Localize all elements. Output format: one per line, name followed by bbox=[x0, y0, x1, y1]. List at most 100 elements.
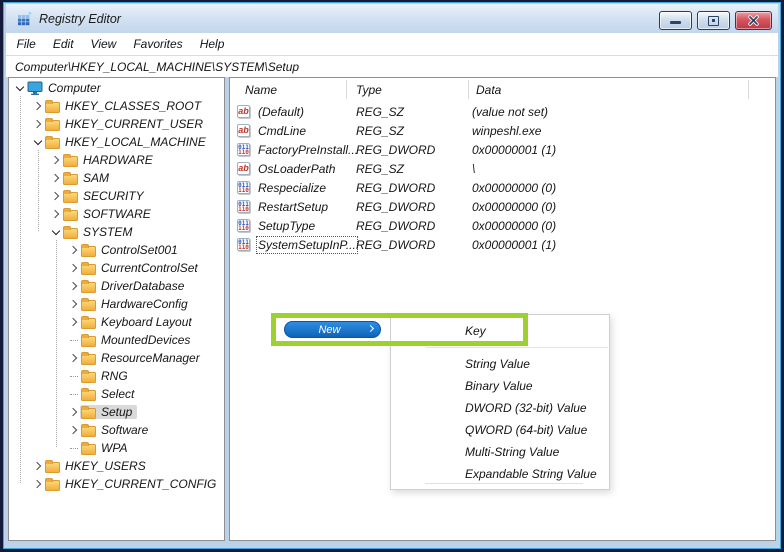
menu-item-file[interactable]: File bbox=[8, 35, 44, 53]
tree-item-hkey-current-user[interactable]: HKEY_CURRENT_USER bbox=[9, 115, 224, 133]
folder-icon bbox=[81, 352, 96, 365]
tree-item-security[interactable]: SECURITY bbox=[9, 187, 224, 205]
folder-icon bbox=[81, 244, 96, 257]
tree-item-software[interactable]: Software bbox=[9, 421, 224, 439]
value-type: REG_DWORD bbox=[356, 180, 436, 195]
tree-item-keyboard-layout[interactable]: Keyboard Layout bbox=[9, 313, 224, 331]
menu-item-view[interactable]: View bbox=[82, 35, 125, 53]
tree-item-label: Software bbox=[101, 423, 149, 437]
chevron-right-icon[interactable] bbox=[68, 263, 79, 274]
menu-item-favorites[interactable]: Favorites bbox=[125, 35, 191, 53]
tree-item-currentcontrolset[interactable]: CurrentControlSet bbox=[9, 259, 224, 277]
folder-icon bbox=[81, 388, 96, 401]
minimize-icon bbox=[670, 21, 681, 24]
folder-icon bbox=[81, 406, 96, 419]
tree-item-hkey-local-machine[interactable]: HKEY_LOCAL_MACHINE bbox=[9, 133, 224, 151]
tree-item-hkey-users[interactable]: HKEY_USERS bbox=[9, 457, 224, 475]
tree-item-hardware[interactable]: HARDWARE bbox=[9, 151, 224, 169]
chevron-right-icon[interactable] bbox=[50, 173, 61, 184]
column-header-type[interactable]: Type bbox=[356, 83, 382, 97]
maximize-button[interactable] bbox=[697, 11, 730, 30]
value-name: (Default) bbox=[258, 104, 305, 119]
chevron-right-icon[interactable] bbox=[68, 353, 79, 364]
value-row-cmdline[interactable]: ab CmdLine REG_SZ winpeshl.exe bbox=[230, 121, 775, 140]
tree-item-resourcemanager[interactable]: ResourceManager bbox=[9, 349, 224, 367]
value-row-systemsetupinp[interactable]: 011 110 SystemSetupInP... REG_DWORD 0x000000… bbox=[230, 235, 775, 254]
registry-tree-pane: Computer HKEY_CLASSES_ROOT HKEY_CURRENT_US… bbox=[8, 77, 225, 541]
close-button[interactable] bbox=[735, 11, 772, 30]
submenu-bottom-line bbox=[425, 483, 583, 484]
chevron-right-icon[interactable] bbox=[32, 119, 43, 130]
chevron-right-icon[interactable] bbox=[68, 425, 79, 436]
value-type: REG_SZ bbox=[356, 104, 405, 119]
string-value-icon: ab bbox=[237, 105, 250, 118]
value-data: 0x00000000 (0) bbox=[472, 199, 557, 214]
submenu-item-qword-64-bit-value[interactable]: QWORD (64-bit) Value bbox=[391, 419, 609, 441]
chevron-down-icon[interactable] bbox=[50, 226, 61, 238]
minimize-button[interactable] bbox=[659, 11, 692, 30]
tree-item-system[interactable]: SYSTEM bbox=[9, 223, 224, 241]
column-separator[interactable] bbox=[748, 80, 749, 99]
tree-item-setup[interactable]: Setup bbox=[9, 403, 224, 421]
column-separator[interactable] bbox=[346, 80, 347, 99]
menu-item-edit[interactable]: Edit bbox=[44, 35, 82, 53]
chevron-right-icon[interactable] bbox=[68, 281, 79, 292]
chevron-right-icon[interactable] bbox=[32, 479, 43, 490]
tree-item-driverdatabase[interactable]: DriverDatabase bbox=[9, 277, 224, 295]
menu-item-help[interactable]: Help bbox=[191, 35, 233, 53]
folder-icon bbox=[45, 100, 60, 113]
chevron-right-icon[interactable] bbox=[68, 407, 79, 418]
column-header-data[interactable]: Data bbox=[476, 83, 501, 97]
submenu-item-multi-string-value[interactable]: Multi-String Value bbox=[391, 441, 609, 463]
new-submenu: Key String Value Binary Value DWORD (32-bi… bbox=[390, 314, 610, 490]
chevron-right-icon[interactable] bbox=[68, 245, 79, 256]
dword-value-icon: 011 110 bbox=[237, 238, 250, 251]
tree-item-sam[interactable]: SAM bbox=[9, 169, 224, 187]
tree-item-hkey-classes-root[interactable]: HKEY_CLASSES_ROOT bbox=[9, 97, 224, 115]
submenu-item-expandable-string-value[interactable]: Expandable String Value bbox=[391, 463, 609, 485]
address-bar[interactable]: Computer\HKEY_LOCAL_MACHINE\SYSTEM\Setup bbox=[6, 55, 778, 77]
submenu-item-string-value[interactable]: String Value bbox=[391, 353, 609, 375]
tree-item-controlset001[interactable]: ControlSet001 bbox=[9, 241, 224, 259]
leaf-connector bbox=[68, 443, 79, 454]
submenu-item-binary-value[interactable]: Binary Value bbox=[391, 375, 609, 397]
submenu-item-key[interactable]: Key bbox=[391, 315, 609, 346]
tree-item-mounteddevices[interactable]: MountedDevices bbox=[9, 331, 224, 349]
tree-item-label: MountedDevices bbox=[101, 333, 191, 347]
chevron-right-icon[interactable] bbox=[50, 191, 61, 202]
value-row-factorypreinstall[interactable]: 011 110 FactoryPreInstall... REG_DWORD 0x000… bbox=[230, 140, 775, 159]
chevron-right-icon[interactable] bbox=[50, 155, 61, 166]
chevron-right-icon[interactable] bbox=[68, 299, 79, 310]
tree-connector-line bbox=[56, 240, 57, 447]
tree-item-software[interactable]: SOFTWARE bbox=[9, 205, 224, 223]
column-separator[interactable] bbox=[468, 80, 469, 99]
value-row-osloaderpath[interactable]: ab OsLoaderPath REG_SZ \ bbox=[230, 159, 775, 178]
chevron-right-icon[interactable] bbox=[50, 209, 61, 220]
tree-item-label: WPA bbox=[101, 441, 128, 455]
chevron-right-icon[interactable] bbox=[68, 317, 79, 328]
tree-item-label: SAM bbox=[83, 171, 110, 185]
title-bar: Registry Editor bbox=[6, 4, 778, 33]
chevron-down-icon[interactable] bbox=[14, 82, 25, 94]
value-row-default[interactable]: ab (Default) REG_SZ (value not set) bbox=[230, 102, 775, 121]
tree-item-rng[interactable]: RNG bbox=[9, 367, 224, 385]
context-menu-item-new[interactable]: New bbox=[284, 321, 381, 338]
tree-item-hardwareconfig[interactable]: HardwareConfig bbox=[9, 295, 224, 313]
value-row-setuptype[interactable]: 011 110 SetupType REG_DWORD 0x00000000 (0) bbox=[230, 216, 775, 235]
chevron-right-icon[interactable] bbox=[32, 461, 43, 472]
value-row-respecialize[interactable]: 011 110 Respecialize REG_DWORD 0x00000000 (0… bbox=[230, 178, 775, 197]
dword-value-icon: 011 110 bbox=[237, 143, 250, 156]
folder-icon bbox=[81, 316, 96, 329]
value-row-restartsetup[interactable]: 011 110 RestartSetup REG_DWORD 0x00000000 (0… bbox=[230, 197, 775, 216]
tree-item-hkey-current-config[interactable]: HKEY_CURRENT_CONFIG bbox=[9, 475, 224, 493]
tree-item-wpa[interactable]: WPA bbox=[9, 439, 224, 457]
chevron-right-icon[interactable] bbox=[32, 101, 43, 112]
folder-icon bbox=[45, 118, 60, 131]
folder-icon bbox=[63, 172, 78, 185]
chevron-down-icon[interactable] bbox=[32, 136, 43, 148]
column-header-name[interactable]: Name bbox=[245, 83, 277, 97]
submenu-item-dword-32-bit-value[interactable]: DWORD (32-bit) Value bbox=[391, 397, 609, 419]
tree-item-select[interactable]: Select bbox=[9, 385, 224, 403]
tree-item-computer[interactable]: Computer bbox=[9, 79, 224, 97]
value-name: SystemSetupInP... bbox=[256, 235, 358, 254]
